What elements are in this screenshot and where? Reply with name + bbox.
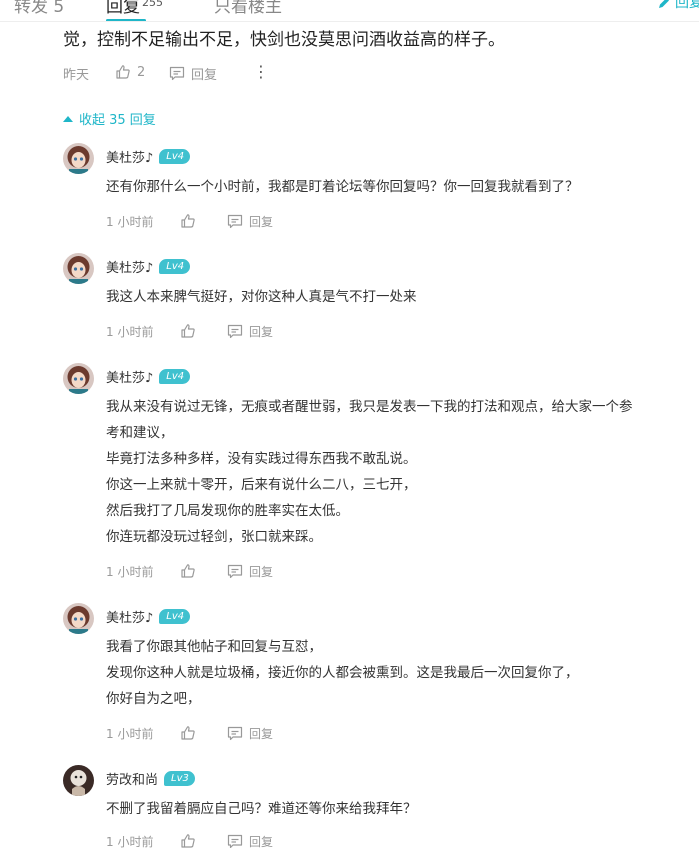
more-vertical-icon[interactable]: ⋮ <box>253 62 269 81</box>
reply-button[interactable]: 回复 <box>227 323 273 340</box>
like-button[interactable] <box>180 725 196 741</box>
thumbs-up-icon <box>181 726 195 740</box>
comment-icon <box>227 214 243 229</box>
reply-label: 回复 <box>249 835 274 848</box>
reply-time: 1 小时前 <box>106 215 154 229</box>
reply-line: 不删了我留着膈应自己吗？难道还等你来给我拜年？ <box>106 801 417 817</box>
author-name[interactable]: 美杜莎♪ Lv4 <box>106 257 191 276</box>
reply-line: 还有你那什么一个小时前，我都是盯着论坛等你回复吗？你一回复我就看到了？ <box>106 179 579 195</box>
reply-button[interactable]: 回复 <box>227 213 273 230</box>
pen-icon <box>659 0 669 8</box>
reply-time: 1 小时前 <box>106 727 154 741</box>
reply-item: 美杜莎♪ Lv4 我这人本来脾气挺好，对你这种人真是气不打一处来 1 小时前 回复 <box>63 253 699 343</box>
tab-author-only[interactable]: 只看楼主 <box>214 0 282 17</box>
active-tab-indicator <box>106 19 146 21</box>
avatar[interactable] <box>63 363 94 394</box>
comment-icon <box>227 834 243 848</box>
author-name[interactable]: 美杜莎♪ Lv4 <box>106 367 191 386</box>
reply-item: 美杜莎♪ Lv4 我从来没有说过无锋，无痕或者醒世弱，我只是发表一下我的打法和观点… <box>63 363 699 583</box>
reply-line: 我看了你跟其他帖子和回复与互怼， <box>106 639 322 655</box>
avatar[interactable] <box>63 143 94 174</box>
comment-icon <box>227 726 243 741</box>
reply-text: 我看了你跟其他帖子和回复与互怼， 发现你这种人就是垃圾桶，接近你的人都会被熏到。… <box>106 634 579 712</box>
reply-item: 美杜莎♪ Lv4 还有你那什么一个小时前，我都是盯着论坛等你回复吗？你一回复我就看… <box>63 143 699 233</box>
reply-line: 你好自为之吧， <box>106 691 201 707</box>
main-like-count: 2 <box>137 64 146 80</box>
reply-label: 回复 <box>249 215 274 229</box>
tab-replies-label: 回复 <box>106 0 140 17</box>
level-badge: Lv3 <box>164 771 195 786</box>
author-name-text: 美杜莎♪ <box>106 611 154 626</box>
tab-replies[interactable]: 回复 255 <box>106 0 163 17</box>
collapse-replies-button[interactable]: 收起 35 回复 <box>63 109 156 128</box>
comment-icon <box>169 66 185 81</box>
top-reply-button[interactable]: 回复 <box>657 0 699 12</box>
reply-time: 1 小时前 <box>106 325 154 339</box>
author-name[interactable]: 劳改和尚 Lv3 <box>106 769 195 788</box>
thumbs-up-icon <box>181 564 195 578</box>
collapse-label: 收起 35 回复 <box>79 113 156 128</box>
avatar[interactable] <box>63 765 94 796</box>
reply-button[interactable]: 回复 <box>227 725 273 742</box>
reply-text: 还有你那什么一个小时前，我都是盯着论坛等你回复吗？你一回复我就看到了？ <box>106 174 579 200</box>
reply-line: 我这人本来脾气挺好，对你这种人真是气不打一处来 <box>106 289 417 305</box>
reply-item: 劳改和尚 Lv3 不删了我留着膈应自己吗？难道还等你来给我拜年？ 1 小时前 回复 <box>63 765 699 848</box>
thumbs-up-icon <box>116 65 130 79</box>
main-reply-button[interactable]: 回复 <box>169 64 217 83</box>
like-button[interactable] <box>180 323 196 339</box>
reply-line: 考和建议， <box>106 425 174 441</box>
thumbs-up-icon <box>181 324 195 338</box>
author-name-text: 美杜莎♪ <box>106 371 154 386</box>
avatar[interactable] <box>63 603 94 634</box>
reply-item: 美杜莎♪ Lv4 我看了你跟其他帖子和回复与互怼， 发现你这种人就是垃圾桶，接近你… <box>63 603 699 745</box>
tab-bar: 转发 5 回复255 只看楼主 回复 <box>0 0 699 22</box>
top-reply-label: 回复 <box>675 0 699 11</box>
reply-time: 1 小时前 <box>106 835 154 848</box>
tab-reposts[interactable]: 转发 5 <box>14 0 64 17</box>
level-badge: Lv4 <box>159 369 191 384</box>
reply-line: 毕竟打法多种多样，没有实践过得东西我不敢乱说。 <box>106 451 417 467</box>
reply-count: 255 <box>142 0 163 9</box>
like-button[interactable] <box>180 213 196 229</box>
reply-button[interactable]: 回复 <box>227 563 273 580</box>
reply-text: 不删了我留着膈应自己吗？难道还等你来给我拜年？ <box>106 796 417 822</box>
reply-line: 你连玩都没玩过轻剑，张口就来踩。 <box>106 529 322 545</box>
reply-line: 发现你这种人就是垃圾桶，接近你的人都会被熏到。这是我最后一次回复你了， <box>106 665 579 681</box>
author-name[interactable]: 美杜莎♪ Lv4 <box>106 607 191 626</box>
reply-label: 回复 <box>249 727 274 741</box>
main-like-button[interactable]: 2 <box>115 64 145 80</box>
comment-icon <box>227 324 243 339</box>
author-name-text: 劳改和尚 <box>106 773 159 788</box>
level-badge: Lv4 <box>159 259 191 274</box>
reply-line: 你这一上来就十零开，后来有说什么二八，三七开， <box>106 477 417 493</box>
avatar[interactable] <box>63 253 94 284</box>
main-comment-time: 昨天 <box>63 68 90 83</box>
like-button[interactable] <box>180 833 196 848</box>
reply-time: 1 小时前 <box>106 565 154 579</box>
reply-text: 我这人本来脾气挺好，对你这种人真是气不打一处来 <box>106 284 417 310</box>
reply-label: 回复 <box>249 325 274 339</box>
level-badge: Lv4 <box>159 609 191 624</box>
main-comment-text: 觉，控制不足输出不足，快剑也没莫思问酒收益高的样子。 <box>63 30 505 50</box>
thumbs-up-icon <box>181 834 195 848</box>
reply-label: 回复 <box>249 565 274 579</box>
like-button[interactable] <box>180 563 196 579</box>
author-name-text: 美杜莎♪ <box>106 151 154 166</box>
reply-button[interactable]: 回复 <box>227 833 273 848</box>
reply-line: 然后我打了几局发现你的胜率实在太低。 <box>106 503 349 519</box>
main-reply-label: 回复 <box>191 68 218 83</box>
reply-text: 我从来没有说过无锋，无痕或者醒世弱，我只是发表一下我的打法和观点，给大家一个参 … <box>106 394 633 550</box>
author-name[interactable]: 美杜莎♪ Lv4 <box>106 147 191 166</box>
collapse-arrow-icon <box>63 115 73 122</box>
reply-line: 我从来没有说过无锋，无痕或者醒世弱，我只是发表一下我的打法和观点，给大家一个参 <box>106 399 633 415</box>
thumbs-up-icon <box>181 214 195 228</box>
level-badge: Lv4 <box>159 149 191 164</box>
author-name-text: 美杜莎♪ <box>106 261 154 276</box>
comment-icon <box>227 564 243 579</box>
